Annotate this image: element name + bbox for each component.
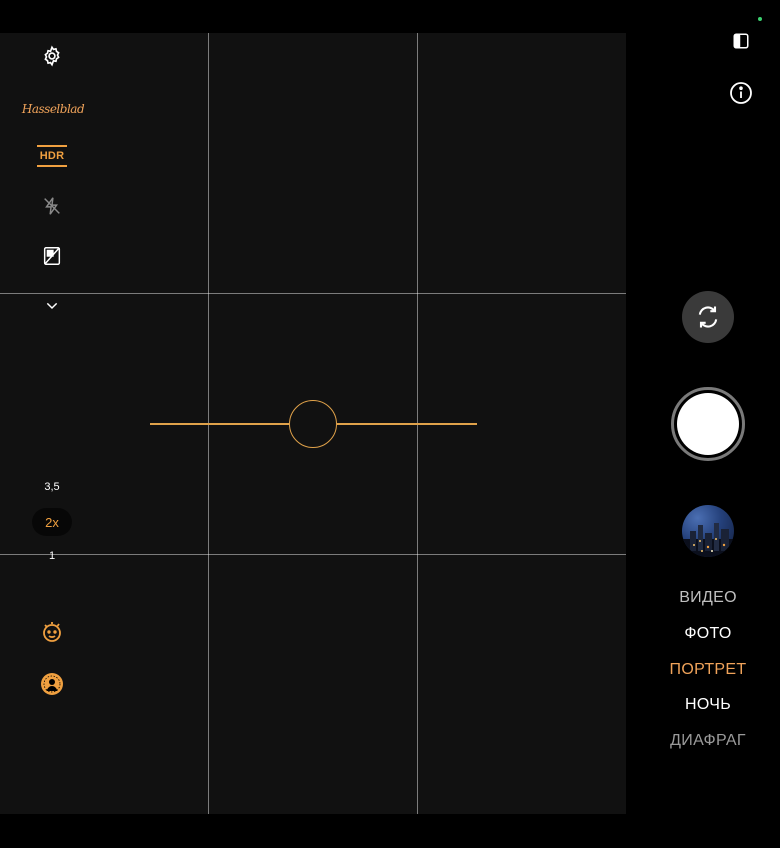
hasselblad-logo: Hasselblad: [21, 102, 85, 116]
hasselblad-filter-button[interactable]: Hasselblad: [22, 98, 85, 120]
zoom-level-2x[interactable]: 2x: [32, 508, 72, 536]
mode-aperture[interactable]: ДИАФРАГ: [640, 732, 776, 750]
zoom-level-1[interactable]: 1: [32, 542, 72, 570]
info-icon: [730, 82, 752, 104]
beauty-button[interactable]: [36, 616, 68, 648]
expand-toolbar-button[interactable]: [36, 290, 68, 322]
settings-button[interactable]: [36, 40, 68, 72]
flash-off-icon: [44, 197, 60, 215]
city-night-thumbnail-image: [682, 523, 734, 557]
status-indicator-dot: [758, 17, 762, 21]
face-retouch-icon: [43, 622, 61, 642]
chevron-down-icon: [46, 302, 58, 310]
hdr-button[interactable]: HDR: [37, 145, 67, 167]
split-view-button[interactable]: [727, 27, 755, 55]
hdr-label: HDR: [39, 150, 65, 162]
flip-camera-button[interactable]: [682, 291, 734, 343]
aspect-ratio-button[interactable]: [36, 240, 68, 272]
level-indicator-left: [150, 423, 289, 425]
shutter-button[interactable]: [671, 387, 745, 461]
gallery-thumbnail[interactable]: [682, 505, 734, 557]
shutter-inner: [677, 393, 739, 455]
portrait-lighting-button[interactable]: [36, 668, 68, 700]
split-view-icon: [733, 33, 749, 49]
grid-line-horizontal-2: [0, 554, 626, 555]
mode-video[interactable]: ВИДЕО: [640, 589, 776, 607]
zoom-level-3-5[interactable]: 3,5: [32, 473, 72, 501]
level-indicator-right: [337, 423, 477, 425]
mode-photo[interactable]: ФОТО: [640, 625, 776, 643]
aspect-ratio-icon: [43, 247, 61, 265]
mode-portrait[interactable]: ПОРТРЕТ: [640, 661, 776, 679]
gear-icon: [44, 45, 60, 67]
flip-camera-icon: [698, 306, 718, 328]
viewfinder[interactable]: [0, 33, 626, 814]
level-indicator-ring: [289, 400, 337, 448]
info-button[interactable]: [727, 79, 755, 107]
grid-line-horizontal-1: [0, 293, 626, 294]
portrait-lighting-icon: [41, 673, 63, 695]
mode-night[interactable]: НОЧЬ: [640, 696, 776, 714]
flash-button[interactable]: [36, 190, 68, 222]
